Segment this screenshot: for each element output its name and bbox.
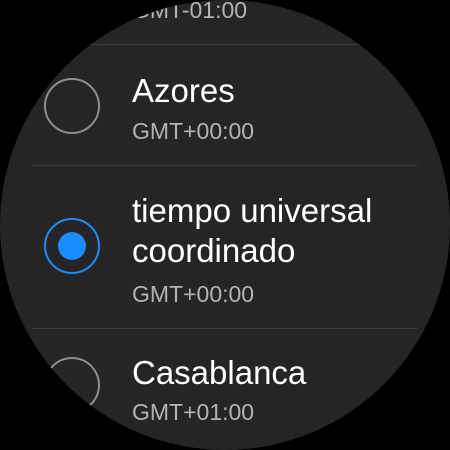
timezone-offset: GMT+01:00 — [132, 399, 255, 425]
timezone-list[interactable]: GMT-01:00 Azores GMT+00:00 tiempo univer… — [0, 0, 450, 450]
timezone-item-azores[interactable]: Azores GMT+00:00 — [0, 45, 450, 165]
radio-dot — [58, 232, 86, 260]
radio-unselected-icon[interactable] — [44, 78, 100, 134]
radio-selected-icon[interactable] — [44, 218, 100, 274]
timezone-offset: GMT+00:00 — [132, 118, 255, 144]
timezone-item-gmt-minus-1[interactable]: GMT-01:00 — [0, 0, 450, 44]
timezone-name: tiempo universal coordinado — [132, 192, 373, 269]
radio-unselected-icon[interactable] — [44, 357, 100, 413]
watch-screen: GMT-01:00 Azores GMT+00:00 tiempo univer… — [0, 0, 450, 450]
timezone-item-utc[interactable]: tiempo universal coordinado GMT+00:00 — [0, 166, 450, 328]
timezone-name: Casablanca — [132, 354, 307, 391]
timezone-offset: GMT-01:00 — [132, 0, 248, 23]
timezone-name: Azores — [132, 72, 235, 109]
timezone-offset: GMT+00:00 — [132, 281, 255, 307]
timezone-item-casablanca[interactable]: Casablanca GMT+01:00 — [0, 329, 450, 450]
